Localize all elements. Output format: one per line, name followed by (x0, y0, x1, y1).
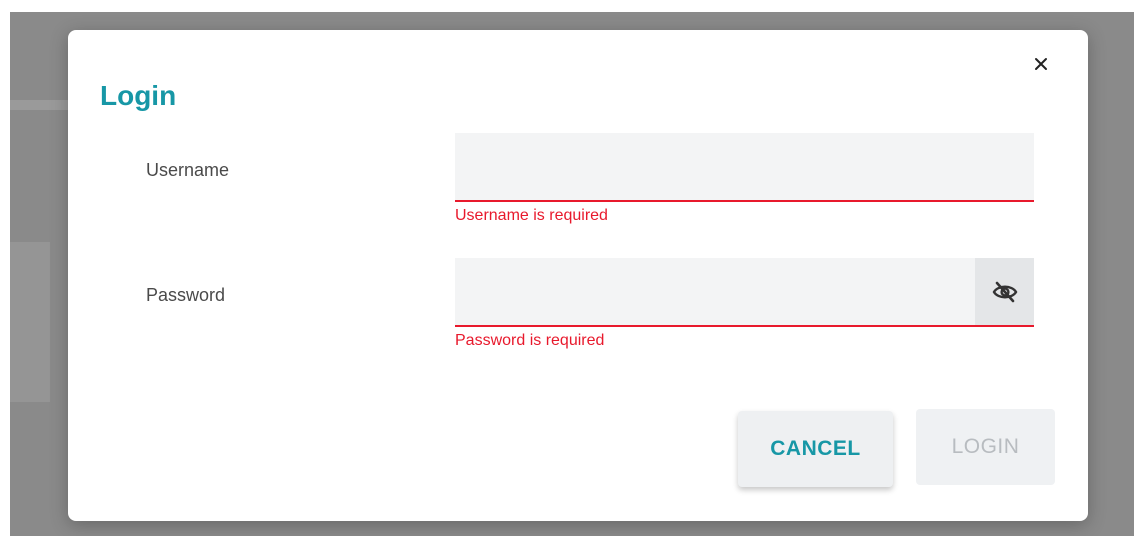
password-label: Password (146, 285, 226, 305)
username-error: Username is required (455, 207, 608, 224)
close-icon (1035, 58, 1047, 70)
eye-slash-icon (992, 281, 1017, 302)
password-input[interactable] (455, 258, 975, 327)
password-error: Password is required (455, 332, 605, 349)
background-panel (10, 242, 50, 402)
dialog-title: Login (100, 80, 177, 111)
username-label: Username (146, 160, 230, 180)
login-dialog: Login Username Username is required Pass… (68, 30, 1088, 521)
password-visibility-toggle[interactable] (975, 258, 1034, 327)
username-input[interactable] (455, 133, 1034, 202)
background-strip (10, 100, 68, 110)
login-button[interactable]: LOGIN (916, 409, 1055, 485)
cancel-button[interactable]: CANCEL (738, 411, 893, 487)
close-button[interactable] (1027, 50, 1055, 78)
